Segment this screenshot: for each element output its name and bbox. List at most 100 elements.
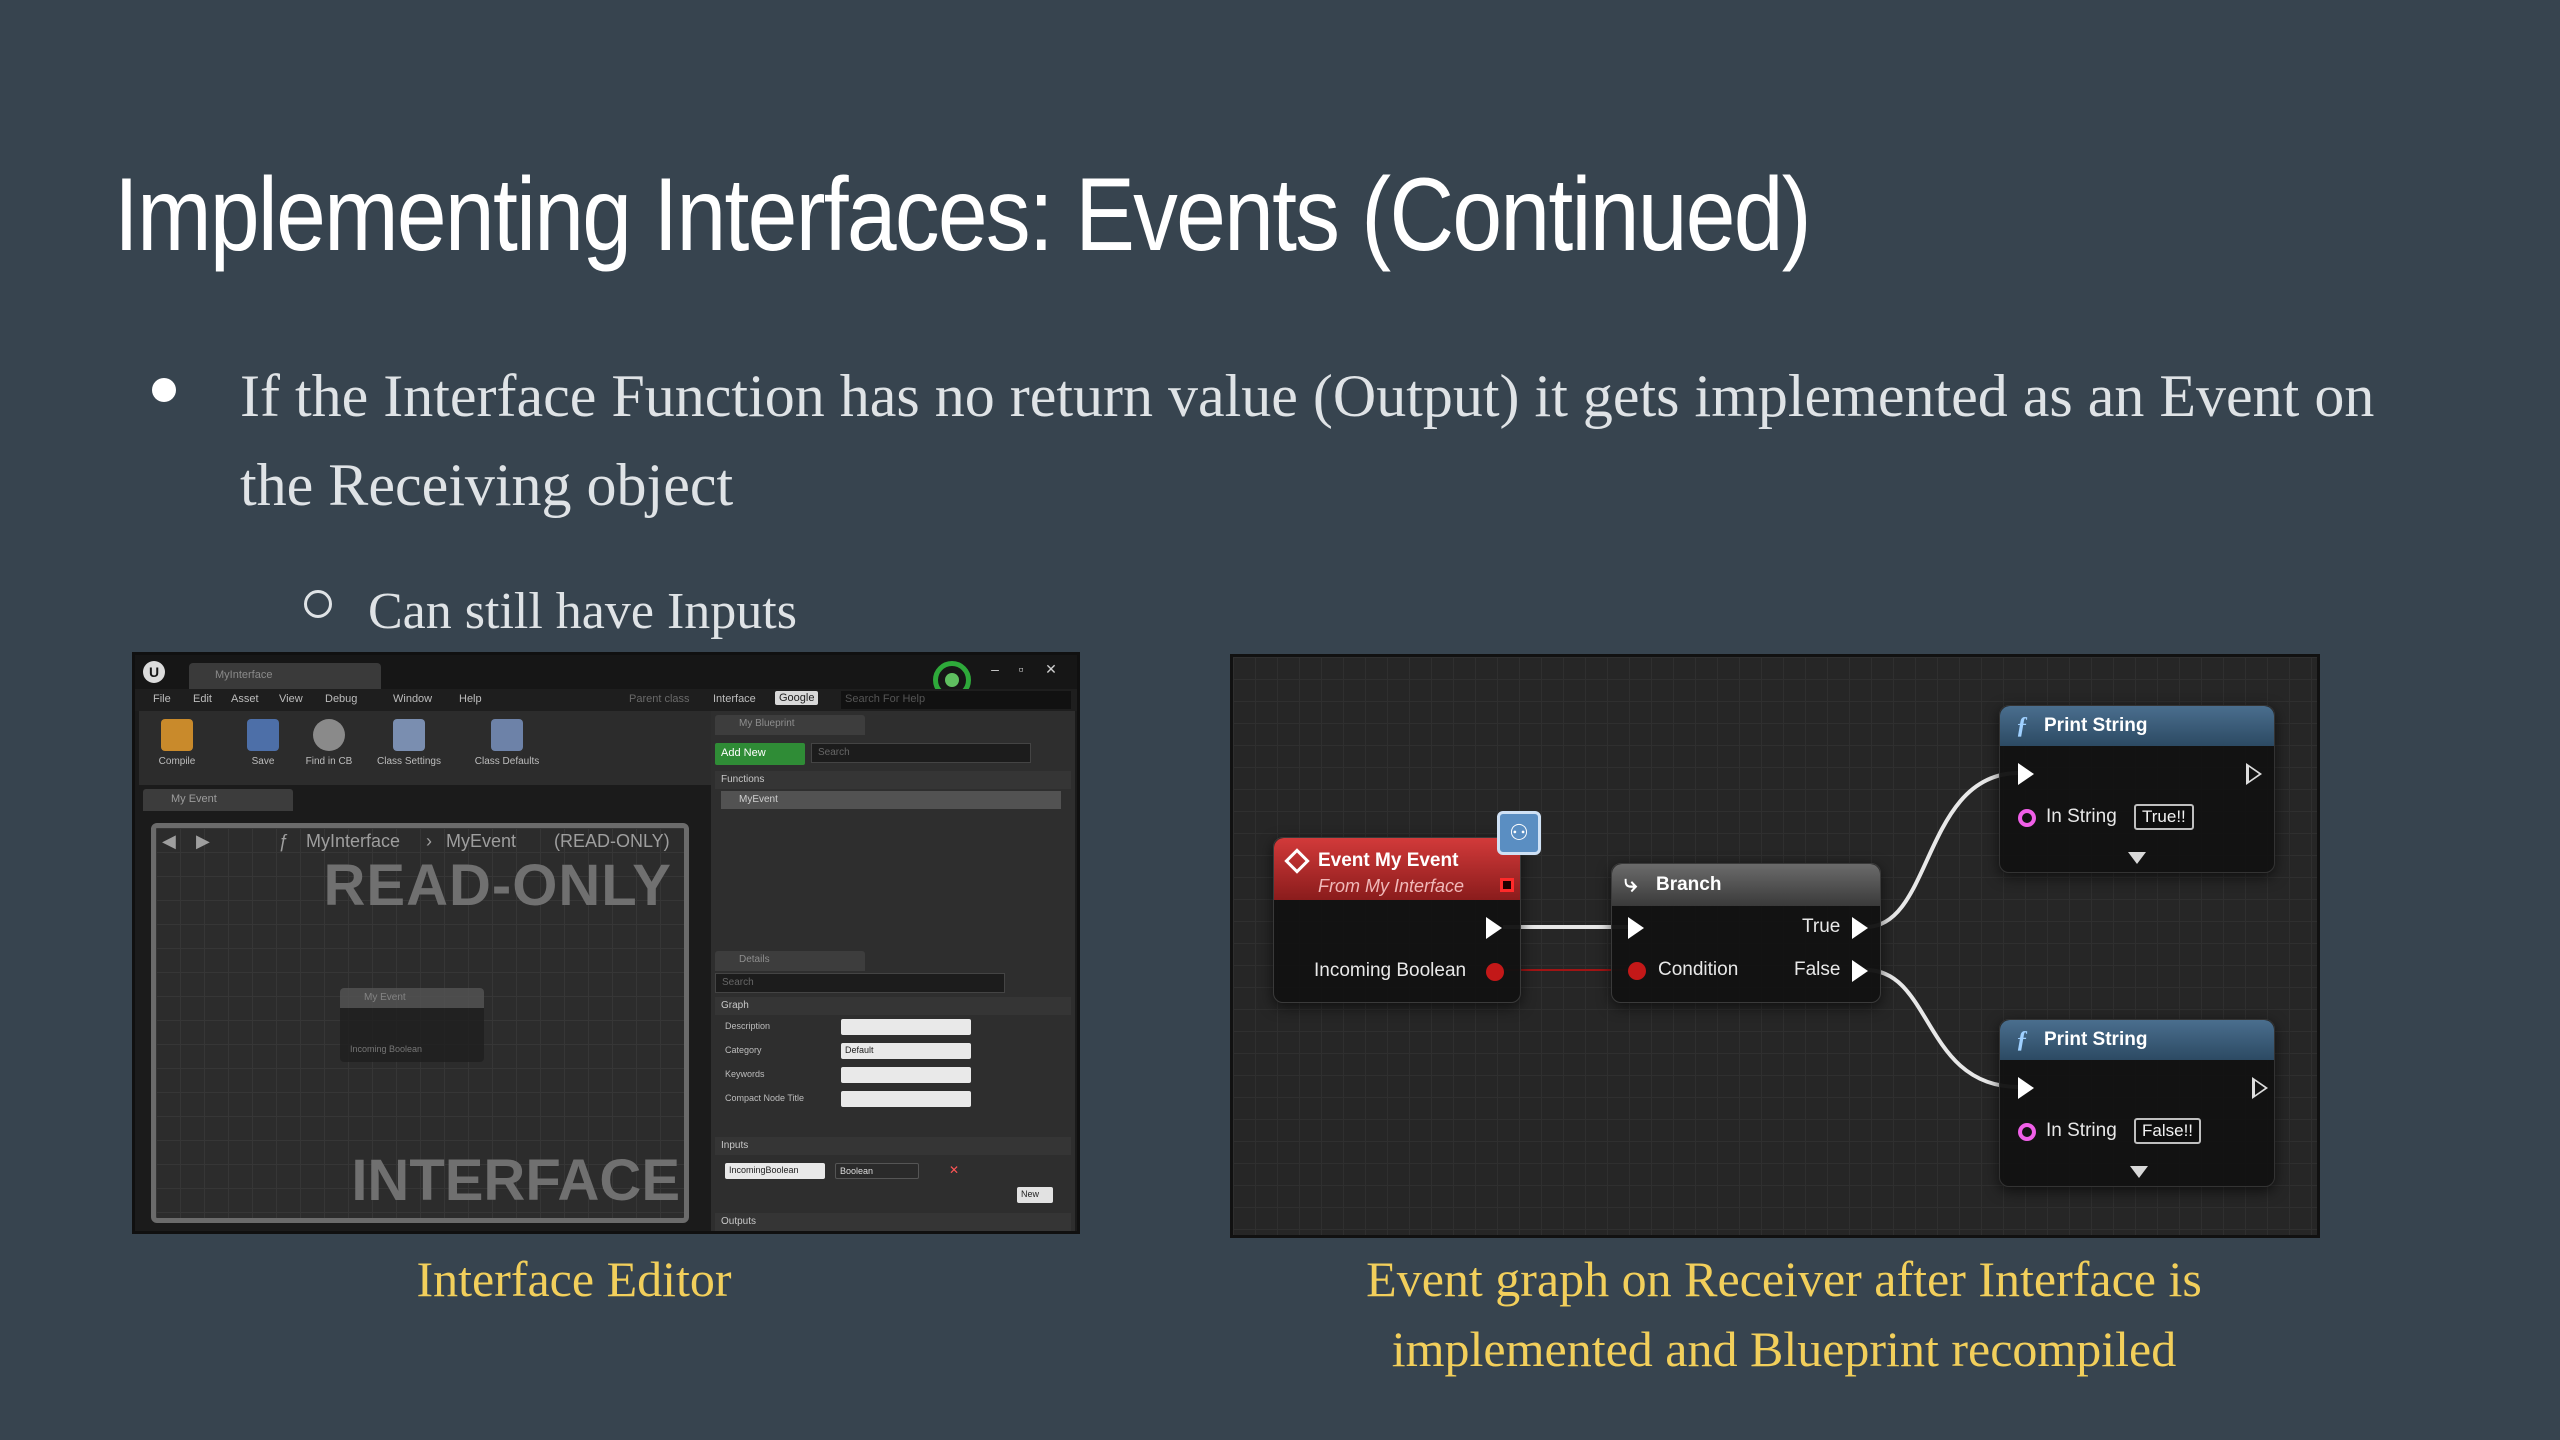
menu-asset[interactable]: Asset — [231, 693, 259, 705]
menu-window[interactable]: Window — [393, 693, 432, 705]
remove-input-icon[interactable]: ✕ — [949, 1163, 959, 1177]
print-true-string-value[interactable]: True!! — [2134, 804, 2194, 830]
print-false-title: Print String — [2044, 1029, 2148, 1050]
interface-graph: ◀ ▶ ƒ MyInterface › MyEvent (READ-ONLY) … — [151, 823, 689, 1223]
print-true-expand-icon[interactable] — [2128, 852, 2146, 864]
print-true-exec-out-pin[interactable] — [2246, 763, 2262, 785]
print-false-exec-in-pin[interactable] — [2018, 1077, 2034, 1099]
breadcrumb-leaf[interactable]: MyEvent — [446, 831, 516, 852]
print-false-header: ƒ Print String — [2000, 1020, 2274, 1060]
prop-keywords-field[interactable] — [841, 1067, 971, 1083]
details-search-input[interactable]: Search — [715, 973, 1005, 993]
sub-bullet-text: Can still have Inputs — [368, 583, 797, 640]
side-panel: My Blueprint Add New Search Functions My… — [711, 711, 1075, 1231]
caption-interface-editor: Interface Editor — [416, 1251, 732, 1307]
print-true-exec-in-pin[interactable] — [2018, 763, 2034, 785]
details-tab[interactable]: Details — [715, 951, 865, 971]
prop-compact-title-field[interactable] — [841, 1091, 971, 1107]
blueprint-search-input[interactable]: Search — [811, 743, 1031, 763]
branch-false-pin[interactable] — [1852, 960, 1868, 982]
print-false-exec-out-pin[interactable] — [2252, 1077, 2268, 1099]
event-node-title: Event My Event — [1318, 850, 1459, 871]
menu-bar: File Edit Asset View Debug Window Help P… — [135, 689, 1077, 711]
menu-help[interactable]: Help — [459, 693, 482, 705]
my-blueprint-tab[interactable]: My Blueprint — [715, 715, 865, 735]
branch-icon: ⤷ — [1624, 870, 1638, 897]
branch-true-label: True — [1802, 916, 1841, 937]
event-bool-out-pin[interactable] — [1486, 963, 1504, 981]
prop-description-field[interactable] — [841, 1019, 971, 1035]
mini-event-node[interactable]: My Event Incoming Boolean — [340, 988, 484, 1062]
class-defaults-label: Class Defaults — [474, 756, 540, 767]
class-settings-label: Class Settings — [377, 756, 441, 767]
menu-view[interactable]: View — [279, 693, 303, 705]
minimize-icon[interactable]: – — [985, 661, 1005, 679]
branch-exec-in-pin[interactable] — [1628, 917, 1644, 939]
print-string-false-node[interactable]: ƒ Print String In String False!! — [1999, 1019, 2275, 1187]
print-false-string-pin[interactable] — [2018, 1123, 2036, 1141]
menu-file[interactable]: File — [153, 693, 171, 705]
compile-button[interactable]: Compile — [143, 717, 211, 781]
breadcrumb-separator: › — [426, 831, 432, 851]
function-icon: ƒ — [2016, 713, 2028, 739]
print-false-expand-icon[interactable] — [2130, 1166, 2148, 1178]
exec-wire-true — [1865, 771, 2020, 929]
compile-icon — [161, 719, 193, 751]
function-icon: ƒ — [2016, 1027, 2028, 1053]
event-graph-screenshot: Event My Event From My Interface Incomin… — [1230, 654, 2320, 1238]
functions-header[interactable]: Functions — [715, 771, 1071, 789]
defaults-icon — [491, 719, 523, 751]
caption-event-graph: Event graph on Receiver after Interface … — [1366, 1251, 2202, 1377]
branch-node[interactable]: ⤷ Branch Condition True False — [1611, 863, 1881, 1003]
close-icon[interactable]: ✕ — [1041, 661, 1061, 679]
save-button[interactable]: Save — [229, 717, 297, 781]
print-false-pin-label: In String — [2046, 1120, 2117, 1141]
save-icon — [247, 719, 279, 751]
menu-edit[interactable]: Edit — [193, 693, 212, 705]
graph-section-header[interactable]: Graph — [715, 997, 1071, 1015]
class-settings-button[interactable]: Class Settings — [375, 717, 443, 781]
forward-arrow-icon[interactable]: ▶ — [196, 831, 210, 852]
unreal-logo-icon: U — [143, 661, 165, 683]
event-my-event-node[interactable]: Event My Event From My Interface Incomin… — [1273, 837, 1521, 1003]
bullet-text: If the Interface Function has no return … — [240, 363, 2375, 518]
inputs-header[interactable]: Inputs — [715, 1137, 1071, 1155]
save-label: Save — [251, 756, 275, 767]
input-name-field[interactable]: IncomingBoolean — [725, 1163, 825, 1179]
find-in-cb-button[interactable]: Find in CB — [295, 717, 363, 781]
branch-node-title: Branch — [1656, 874, 1722, 895]
bullet-dot — [148, 356, 188, 402]
branch-condition-pin[interactable] — [1628, 962, 1646, 980]
event-node-subtitle: From My Interface — [1318, 876, 1465, 896]
back-arrow-icon[interactable]: ◀ — [162, 831, 176, 852]
interface-editor-screenshot: U MyInterface – ▫ ✕ File Edit Asset View… — [132, 652, 1080, 1234]
help-search-input[interactable]: Search For Help — [841, 691, 1071, 709]
input-type-select[interactable]: Boolean — [835, 1163, 919, 1179]
breadcrumb-root[interactable]: MyInterface — [306, 831, 400, 852]
print-true-header: ƒ Print String — [2000, 706, 2274, 746]
graph-tab[interactable]: My Event — [143, 789, 293, 811]
editor-tab[interactable]: MyInterface — [189, 663, 381, 689]
event-exec-out-pin[interactable] — [1486, 917, 1502, 939]
print-true-string-pin[interactable] — [2018, 809, 2036, 827]
menu-debug[interactable]: Debug — [325, 693, 357, 705]
google-button[interactable]: Google — [775, 691, 819, 705]
branch-true-pin[interactable] — [1852, 917, 1868, 939]
event-diamond-icon — [1284, 848, 1310, 874]
function-icon: ƒ — [278, 831, 289, 851]
class-defaults-button[interactable]: Class Defaults — [473, 717, 541, 781]
branch-false-label: False — [1794, 959, 1841, 980]
print-false-string-value[interactable]: False!! — [2134, 1118, 2202, 1144]
add-new-button[interactable]: Add New — [715, 743, 805, 765]
find-in-cb-label: Find in CB — [305, 756, 353, 767]
maximize-icon[interactable]: ▫ — [1011, 661, 1031, 679]
outputs-header[interactable]: Outputs — [715, 1213, 1071, 1231]
parent-class-label: Parent class — [629, 693, 690, 705]
prop-category-field[interactable]: Default — [841, 1043, 971, 1059]
new-input-button[interactable]: New — [1017, 1187, 1053, 1203]
interface-watermark: INTERFACE — [351, 1148, 680, 1213]
breadcrumb-readonly: (READ-ONLY) — [554, 831, 670, 851]
read-only-watermark: READ-ONLY — [323, 853, 672, 918]
function-item-myevent[interactable]: MyEvent — [721, 791, 1061, 809]
print-string-true-node[interactable]: ƒ Print String In String True!! — [1999, 705, 2275, 873]
